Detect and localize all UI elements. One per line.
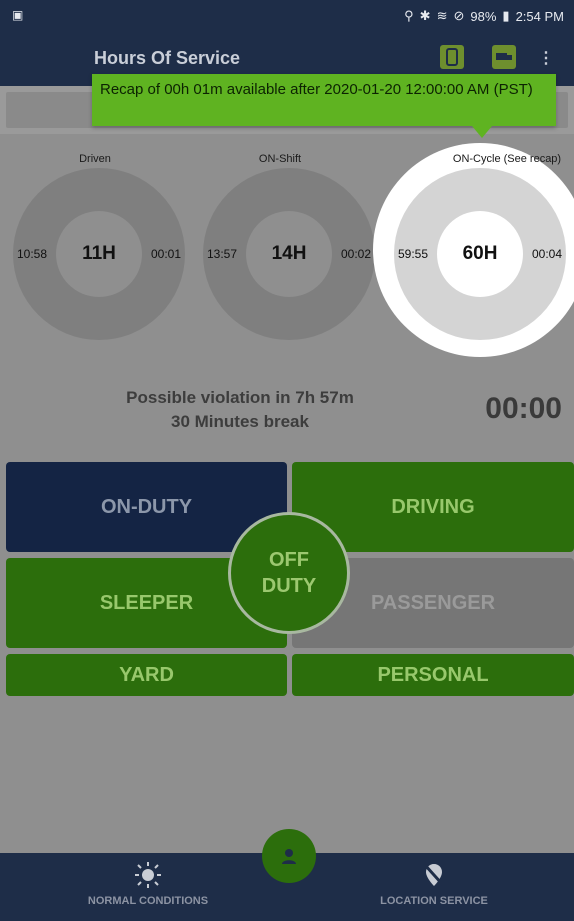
overflow-menu-icon[interactable]: ⋮ [538, 48, 554, 68]
normal-conditions-label: NORMAL CONDITIONS [87, 895, 209, 907]
off-duty-button[interactable]: OFF DUTY [228, 512, 350, 634]
truck-button[interactable] [492, 45, 516, 69]
location-service-label: LOCATION SERVICE [380, 895, 488, 907]
location-service-button[interactable]: LOCATION SERVICE [344, 853, 524, 907]
gauge-left-value: 10:58 [17, 247, 48, 261]
gauge-label-onshift: ON-Shift [258, 153, 302, 165]
gauge-right-value: 00:01 [150, 247, 181, 261]
gauge-left-value: 59:55 [398, 247, 429, 261]
off-duty-label-1: OFF [269, 549, 309, 571]
sun-icon [135, 862, 161, 888]
clock: 2:54 PM [515, 8, 564, 24]
gauge-driven[interactable]: 11H 10:58 00:01 [13, 168, 185, 340]
violation-line-1: Possible violation in 7h 57m [126, 388, 354, 407]
driver-icon [282, 849, 296, 864]
driver-fab-button[interactable] [262, 829, 316, 883]
recap-tooltip[interactable]: Recap of 00h 01m available after 2020-01… [92, 74, 556, 126]
notification-icon: ▣ [12, 8, 24, 22]
device-button[interactable] [440, 45, 464, 69]
page-title: Hours Of Service [94, 48, 241, 68]
bluetooth-icon: ✱ [419, 8, 431, 23]
gauge-right-value: 00:04 [531, 247, 562, 261]
yard-button[interactable]: YARD [6, 654, 287, 696]
battery-percent: 98% [470, 8, 497, 24]
location-icon: ⚲ [404, 8, 414, 23]
wifi-icon: ≋ [436, 8, 448, 23]
off-duty-label-2: DUTY [261, 575, 317, 597]
gauge-left-value: 13:57 [207, 247, 238, 261]
gauge-right-value: 00:02 [340, 247, 371, 261]
break-timer: 00:00 [485, 392, 562, 425]
phone-icon [446, 48, 458, 66]
truck-icon [496, 53, 512, 60]
normal-conditions-button[interactable]: NORMAL CONDITIONS [58, 853, 238, 907]
battery-icon: ▮ [502, 8, 510, 23]
status-icons: ⚲ ✱ ≋ ⊘ 98% ▮ 2:54 PM [404, 8, 564, 24]
gauge-label-oncycle: ON-Cycle (See recap) [452, 153, 562, 165]
status-bar: ▣ ⚲ ✱ ≋ ⊘ 98% ▮ 2:54 PM [0, 0, 574, 32]
violation-line-2: 30 Minutes break [171, 412, 309, 431]
tooltip-arrow [472, 126, 492, 138]
location-off-icon [423, 863, 445, 887]
dnd-icon: ⊘ [453, 8, 465, 23]
gauge-onshift[interactable]: 14H 13:57 00:02 [203, 168, 375, 340]
violation-message: Possible violation in 7h 57m 30 Minutes … [80, 386, 400, 434]
gauge-label-driven: Driven [79, 153, 111, 165]
personal-button[interactable]: PERSONAL [292, 654, 574, 696]
gauge-oncycle[interactable]: 60H 59:55 00:04 [394, 168, 566, 340]
